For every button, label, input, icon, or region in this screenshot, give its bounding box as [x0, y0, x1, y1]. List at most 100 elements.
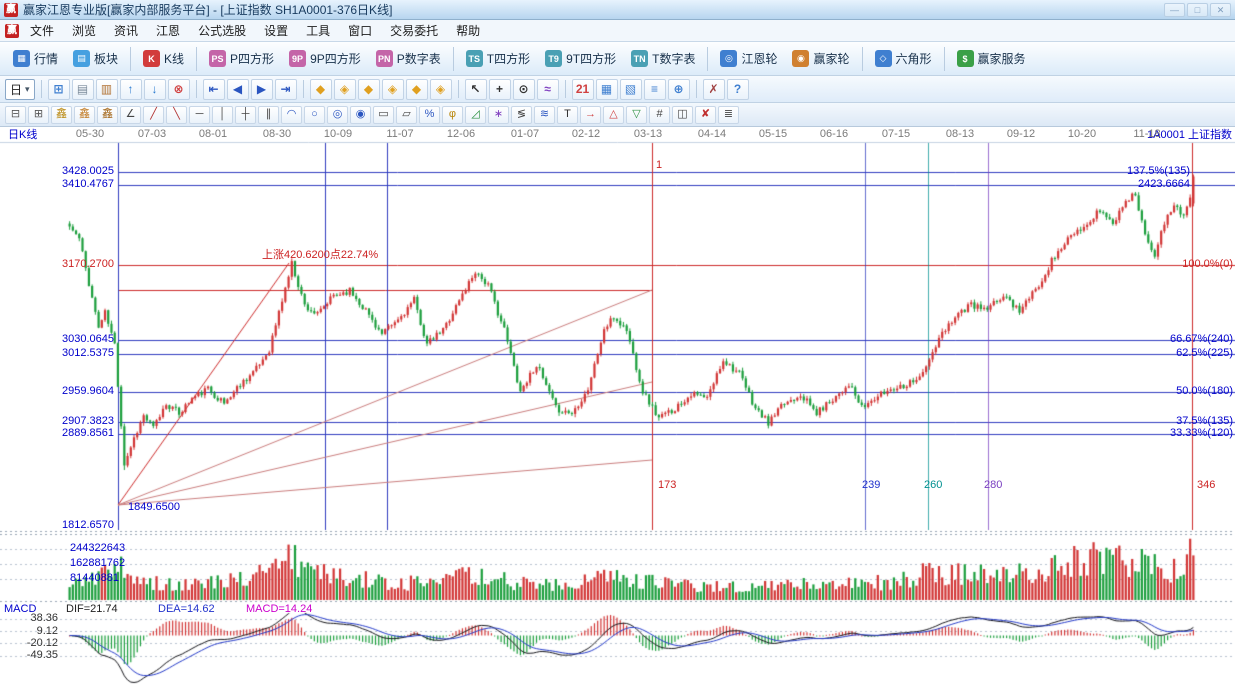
trend-down-line-icon[interactable]: ╲ [166, 106, 187, 124]
angle-tool-icon[interactable]: ∠ [120, 106, 141, 124]
vertical-line-icon[interactable]: │ [212, 106, 233, 124]
list-icon[interactable]: ≡ [644, 79, 666, 100]
gold-square-icon[interactable]: 鑫 [51, 106, 72, 124]
menu-item-7[interactable]: 工具 [297, 20, 339, 41]
menu-item-4[interactable]: 江恩 [147, 20, 189, 41]
toolbar-sectors-button[interactable]: ▤板块 [66, 46, 125, 71]
toolbar-9p-square-button[interactable]: 9P9P四方形 [282, 46, 368, 71]
toolbar-winner-wheel-button[interactable]: ◉赢家轮 [785, 46, 856, 71]
grid-plus-icon[interactable]: ⊞ [28, 106, 49, 124]
parallel-line-icon[interactable]: ∥ [258, 106, 279, 124]
menu-item-9[interactable]: 交易委托 [381, 20, 447, 41]
horizontal-line-icon[interactable]: ─ [189, 106, 210, 124]
menu-bar: 赢 文件浏览资讯江恩公式选股设置工具窗口交易委托帮助 [0, 20, 1235, 42]
toolbar-p-table-button[interactable]: PNP数字表 [369, 46, 448, 71]
circle-tool-icon[interactable]: ○ [304, 106, 325, 124]
nav-last-icon[interactable]: ⇥ [275, 79, 297, 100]
toolbar-quotes-button[interactable]: ▦行情 [6, 46, 65, 71]
toolbar-separator [944, 47, 945, 71]
menu-item-6[interactable]: 设置 [255, 20, 297, 41]
delete-all-icon[interactable]: ✘ [695, 106, 716, 124]
maximize-button[interactable]: □ [1187, 3, 1208, 17]
toolbar-button-label: 赢家轮 [813, 50, 849, 67]
toolbar-button-label: K线 [164, 50, 184, 67]
gann-square-icon[interactable]: ◆ [310, 79, 332, 100]
compass-icon[interactable]: ⊕ [668, 79, 690, 100]
menu-item-1[interactable]: 文件 [21, 20, 63, 41]
eraser-icon[interactable]: ◫ [672, 106, 693, 124]
nav-next-icon[interactable]: ▶ [251, 79, 273, 100]
report-icon[interactable]: ▧ [620, 79, 642, 100]
lock-icon[interactable]: ⊗ [168, 79, 190, 100]
gann-angle-icon[interactable]: ◆ [406, 79, 428, 100]
delete-icon[interactable]: ✗ [703, 79, 725, 100]
app-logo-icon: 赢 [4, 3, 18, 17]
menu-item-2[interactable]: 浏览 [63, 20, 105, 41]
percent-tool-icon[interactable]: % [419, 106, 440, 124]
gann-fan-icon[interactable]: ◈ [334, 79, 356, 100]
mark-up-icon[interactable]: △ [603, 106, 624, 124]
nav-first-icon[interactable]: ⇤ [203, 79, 225, 100]
text-tool-icon[interactable]: T [557, 106, 578, 124]
menu-item-5[interactable]: 公式选股 [189, 20, 255, 41]
box-tool-icon[interactable]: ▱ [396, 106, 417, 124]
fib-retrace-icon[interactable]: ◿ [465, 106, 486, 124]
grid-minus-icon[interactable]: ⊟ [5, 106, 26, 124]
star-ray-icon[interactable]: ∗ [488, 106, 509, 124]
toolbar-gann-wheel-button[interactable]: ◎江恩轮 [713, 46, 784, 71]
menu-item-8[interactable]: 窗口 [339, 20, 381, 41]
toolbar-t-table-button[interactable]: TNT数字表 [624, 46, 702, 71]
window-grid-icon[interactable]: ⊞ [48, 79, 70, 100]
close-button[interactable]: ✕ [1210, 3, 1231, 17]
toolbar-winner-service-button[interactable]: $赢家服务 [950, 46, 1033, 71]
toolbar-button-label: T四方形 [487, 50, 530, 67]
measure-icon[interactable]: # [649, 106, 670, 124]
calendar-21-icon[interactable]: 21 [572, 79, 594, 100]
gann-grid-icon[interactable]: ◈ [430, 79, 452, 100]
winner-wheel-icon: ◉ [792, 50, 809, 67]
rect-tool-icon[interactable]: ▭ [373, 106, 394, 124]
wave-icon[interactable]: ≈ [537, 79, 559, 100]
toolbar-hexagon-button[interactable]: ◇六角形 [868, 46, 939, 71]
chart-region: 日K线1A0001 上证指数05-3007-0308-0108-3010-091… [0, 127, 1235, 685]
cross-line-icon[interactable]: ┼ [235, 106, 256, 124]
gann-box-icon[interactable]: ◆ [358, 79, 380, 100]
t-square-icon: TS [466, 50, 483, 67]
minimize-button[interactable]: — [1164, 3, 1185, 17]
help-icon[interactable]: ? [727, 79, 749, 100]
menu-item-10[interactable]: 帮助 [447, 20, 489, 41]
nav-prev-icon[interactable]: ◀ [227, 79, 249, 100]
speed-line-icon[interactable]: ≶ [511, 106, 532, 124]
period-select[interactable]: 日▾ [5, 79, 35, 100]
toolbar-separator [707, 47, 708, 71]
rings-tool-icon[interactable]: ◎ [327, 106, 348, 124]
toolbar-button-label: 9T四方形 [566, 50, 616, 67]
draw-toolbar: ⊟⊞鑫鑫鑫∠╱╲─│┼∥◠○◎◉▭▱%φ◿∗≶≋T→△▽#◫✘≣ [0, 103, 1235, 127]
gold-circle-icon[interactable]: 鑫 [74, 106, 95, 124]
toolbar-9t-square-button[interactable]: T99T四方形 [538, 46, 623, 71]
wave-count-icon[interactable]: ≋ [534, 106, 555, 124]
quote-board-icon[interactable]: ▤ [72, 79, 94, 100]
golden-ratio-icon[interactable]: φ [442, 106, 463, 124]
toolbar-kline-button[interactable]: KK线 [136, 46, 191, 71]
panel-layout-icon[interactable]: ▦ [596, 79, 618, 100]
kline-chart-canvas[interactable] [0, 127, 1235, 685]
kline-icon: K [143, 50, 160, 67]
ellipse-tool-icon[interactable]: ◉ [350, 106, 371, 124]
arc-tool-icon[interactable]: ◠ [281, 106, 302, 124]
crosshair-icon[interactable]: + [489, 79, 511, 100]
gold-fan-icon[interactable]: 鑫 [97, 106, 118, 124]
arrow-tool-icon[interactable]: → [580, 106, 601, 124]
toolbar-t-square-button[interactable]: TST四方形 [459, 46, 537, 71]
arrow-down-icon[interactable]: ↓ [144, 79, 166, 100]
arrow-up-icon[interactable]: ↑ [120, 79, 142, 100]
gann-cycle-icon[interactable]: ◈ [382, 79, 404, 100]
message-icon[interactable]: ▥ [96, 79, 118, 100]
pointer-icon[interactable]: ↖ [465, 79, 487, 100]
toolbar-p-square-button[interactable]: PSP四方形 [202, 46, 281, 71]
zoom-icon[interactable]: ⊙ [513, 79, 535, 100]
draw-settings-icon[interactable]: ≣ [718, 106, 739, 124]
trend-up-line-icon[interactable]: ╱ [143, 106, 164, 124]
menu-item-3[interactable]: 资讯 [105, 20, 147, 41]
mark-down-icon[interactable]: ▽ [626, 106, 647, 124]
